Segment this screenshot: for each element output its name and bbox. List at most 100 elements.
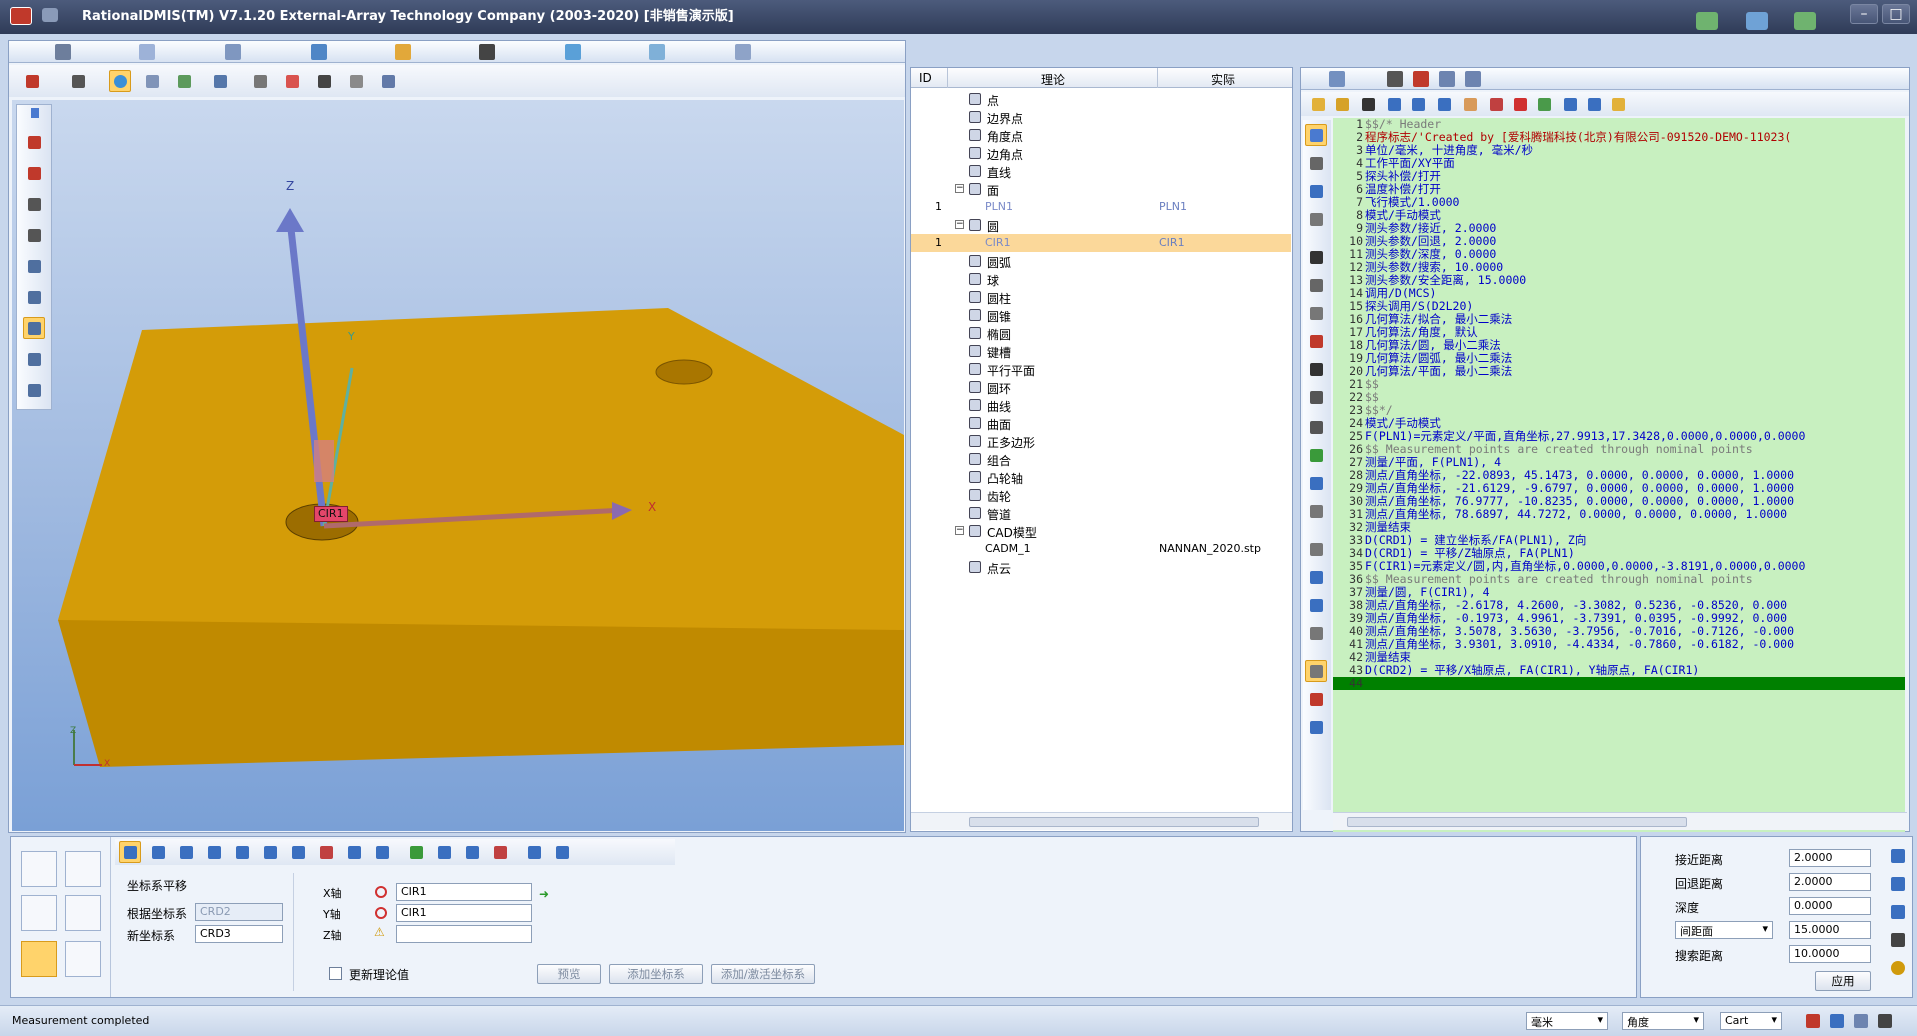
flag-button[interactable] xyxy=(1559,93,1581,115)
z-axis-field[interactable] xyxy=(396,925,532,943)
tree-header-actual[interactable]: 实际 xyxy=(1211,71,1235,88)
camera-button[interactable] xyxy=(313,70,335,92)
coord-tool-4[interactable] xyxy=(203,841,225,863)
code-horizontal-scrollbar[interactable] xyxy=(1333,812,1907,830)
new-coord-field[interactable]: CRD3 xyxy=(195,925,283,943)
code-scroll-thumb[interactable] xyxy=(1347,817,1687,827)
wand-button[interactable] xyxy=(1607,93,1629,115)
tree-row[interactable]: 球 xyxy=(911,270,1291,288)
mode-tolerance-button[interactable] xyxy=(65,895,101,931)
add-activate-coord-button[interactable]: 添加/激活坐标系 xyxy=(711,964,815,984)
tree-row[interactable]: − CAD模型 xyxy=(911,522,1291,540)
zoom-fit-button[interactable] xyxy=(141,70,163,92)
probe-tool-6[interactable] xyxy=(23,286,45,308)
side-tool-9[interactable] xyxy=(1305,358,1327,380)
approach-field[interactable]: 2.0000 xyxy=(1789,849,1871,867)
probe-tool-9[interactable] xyxy=(23,379,45,401)
coord-system-select[interactable]: Cart xyxy=(1720,1012,1782,1030)
coord-tool-translate[interactable] xyxy=(119,841,141,863)
side-tool-15[interactable] xyxy=(1305,538,1327,560)
y-axis-field[interactable]: CIR1 xyxy=(396,904,532,922)
tree-row[interactable]: 正多边形 xyxy=(911,432,1291,450)
feature-tag[interactable]: CIR1 xyxy=(314,506,348,522)
code-line[interactable]: 21 $$ xyxy=(1333,378,1905,391)
indent-button[interactable] xyxy=(1383,93,1405,115)
probe-tool-4[interactable] xyxy=(23,224,45,246)
tree-row[interactable]: 1 PLN1 PLN1 xyxy=(911,198,1291,216)
side-tool-5[interactable] xyxy=(1305,246,1327,268)
tree-row[interactable]: 1 CIR1 CIR1 xyxy=(911,234,1291,252)
tree-row[interactable]: 管道 xyxy=(911,504,1291,522)
mode-construct-button[interactable] xyxy=(65,851,101,887)
axis-view-button[interactable] xyxy=(209,70,231,92)
probe-side-icon-4[interactable] xyxy=(1891,933,1905,947)
tree-row[interactable]: 组合 xyxy=(911,450,1291,468)
side-tool-13[interactable] xyxy=(1305,472,1327,494)
tree-row[interactable]: 边界点 xyxy=(911,108,1291,126)
tree-horizontal-scrollbar[interactable] xyxy=(911,812,1292,830)
coord-tool-8[interactable] xyxy=(315,841,337,863)
tree-row[interactable]: CADM_1 NANNAN_2020.stp xyxy=(911,540,1291,558)
probe-tool-7[interactable] xyxy=(23,317,45,339)
probe-side-icon-5[interactable] xyxy=(1891,961,1905,975)
coord-tool-10[interactable] xyxy=(371,841,393,863)
side-tool-14[interactable] xyxy=(1305,500,1327,522)
numbered-list-button[interactable] xyxy=(1485,93,1507,115)
quick-access-icon[interactable] xyxy=(42,8,58,22)
tab-table-icon[interactable] xyxy=(225,44,241,60)
side-tool-16[interactable] xyxy=(1305,566,1327,588)
expand-toggle-icon[interactable]: − xyxy=(955,184,964,193)
arrow-right-icon[interactable]: ➜ xyxy=(539,887,549,901)
update-nominal-checkbox[interactable] xyxy=(329,967,342,980)
tab-scan-icon[interactable] xyxy=(565,44,581,60)
expand-toggle-icon[interactable]: − xyxy=(955,526,964,535)
side-tool-6[interactable] xyxy=(1305,274,1327,296)
side-tool-3[interactable] xyxy=(1305,180,1327,202)
hand-button[interactable] xyxy=(1459,93,1481,115)
tab-model-icon[interactable] xyxy=(311,44,327,60)
status-icon-4[interactable] xyxy=(1878,1014,1892,1028)
side-tool-10[interactable] xyxy=(1305,386,1327,408)
side-tool-8[interactable] xyxy=(1305,330,1327,352)
tree-row[interactable]: 点 xyxy=(911,90,1291,108)
side-tool-7[interactable] xyxy=(1305,302,1327,324)
coord-tool-16[interactable] xyxy=(551,841,573,863)
minimize-button[interactable]: – xyxy=(1850,4,1878,24)
code-line[interactable]: 43 D(CRD2) = 平移/X轴原点, FA(CIR1), Y轴原点, FA(… xyxy=(1333,664,1905,677)
maximize-button[interactable]: □ xyxy=(1882,4,1910,24)
tree-header-id[interactable]: ID xyxy=(919,71,932,85)
coord-tool-12[interactable] xyxy=(433,841,455,863)
pin-icon[interactable] xyxy=(31,108,39,118)
retract-field[interactable]: 2.0000 xyxy=(1789,873,1871,891)
tree-row[interactable]: 圆环 xyxy=(911,378,1291,396)
probe-tool-8[interactable] xyxy=(23,348,45,370)
coord-tool-5[interactable] xyxy=(231,841,253,863)
coord-tool-14[interactable] xyxy=(489,841,511,863)
outdent-button[interactable] xyxy=(1407,93,1429,115)
tree-row[interactable]: 圆柱 xyxy=(911,288,1291,306)
coord-tool-9[interactable] xyxy=(343,841,365,863)
clearance-field[interactable]: 15.0000 xyxy=(1789,921,1871,939)
apply-button[interactable]: 应用 xyxy=(1815,971,1871,991)
side-tool-pin[interactable] xyxy=(1305,124,1327,146)
side-tool-19[interactable] xyxy=(1305,660,1327,682)
clearance-select[interactable]: 间距面 xyxy=(1675,921,1773,939)
code-editor[interactable]: 1 $$/* Header 2 程序标志/'Created by [爱科腾瑞科技(北京… xyxy=(1333,118,1905,832)
home-view-button[interactable] xyxy=(21,70,43,92)
probe-tool-5[interactable] xyxy=(23,255,45,277)
coord-tool-13[interactable] xyxy=(461,841,483,863)
probe-tool-2[interactable] xyxy=(23,162,45,184)
tab-sensor-icon[interactable] xyxy=(479,44,495,60)
tree-row[interactable]: 齿轮 xyxy=(911,486,1291,504)
tab-probe-icon[interactable] xyxy=(55,44,71,60)
run-button[interactable] xyxy=(1533,93,1555,115)
mode-coordinate-button[interactable] xyxy=(21,941,57,977)
rotate-view-button[interactable] xyxy=(109,70,131,92)
tree-header-nominal[interactable]: 理论 xyxy=(1041,71,1065,88)
status-icon-2[interactable] xyxy=(1830,1014,1844,1028)
status-icon-3[interactable] xyxy=(1854,1014,1868,1028)
machine-icon[interactable] xyxy=(1696,12,1718,30)
eye-button[interactable] xyxy=(249,70,271,92)
probe-side-icon-1[interactable] xyxy=(1891,849,1905,863)
tree-row[interactable]: 角度点 xyxy=(911,126,1291,144)
